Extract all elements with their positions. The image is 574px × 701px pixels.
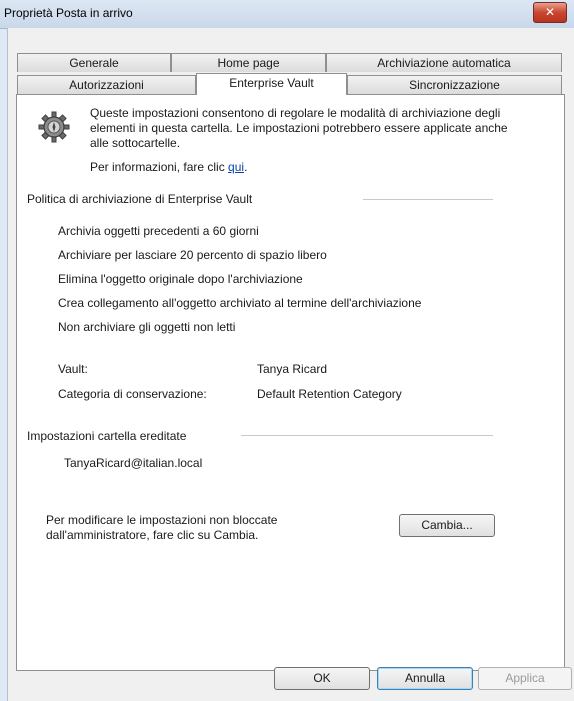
- policy-item: Crea collegamento all'oggetto archiviato…: [58, 296, 422, 310]
- inherited-email: TanyaRicard@italian.local: [64, 456, 203, 470]
- tab-home-page[interactable]: Home page: [171, 53, 326, 72]
- policy-item: Non archiviare gli oggetti non letti: [58, 320, 236, 334]
- title-bar: Proprietà Posta in arrivo ✕: [0, 0, 574, 29]
- change-note: Per modificare le impostazioni non blocc…: [46, 513, 278, 542]
- apply-button[interactable]: Applica: [478, 667, 572, 690]
- tab-enterprise-vault[interactable]: Enterprise Vault: [196, 73, 347, 95]
- retention-label: Categoria di conservazione:: [58, 387, 207, 401]
- vault-label: Vault:: [58, 362, 88, 376]
- info-line: Per informazioni, fare clic qui.: [90, 160, 247, 174]
- ok-button[interactable]: OK: [274, 667, 370, 690]
- retention-value: Default Retention Category: [257, 387, 402, 401]
- intro-text: Queste impostazioni consentono di regola…: [90, 106, 508, 150]
- policy-heading: Politica di archiviazione di Enterprise …: [27, 192, 253, 206]
- cambia-button[interactable]: Cambia...: [399, 514, 495, 537]
- close-icon: ✕: [544, 5, 556, 19]
- cancel-button[interactable]: Annulla: [377, 667, 473, 690]
- close-button[interactable]: ✕: [533, 2, 567, 23]
- tab-content-panel: [16, 94, 565, 671]
- policy-item: Archiviare per lasciare 20 percento di s…: [58, 248, 327, 262]
- tab-sincronizzazione[interactable]: Sincronizzazione: [347, 75, 562, 94]
- info-prefix: Per informazioni, fare clic: [90, 160, 229, 174]
- policy-item: Archivia oggetti precedenti a 60 giorni: [58, 224, 259, 238]
- policy-divider: [363, 199, 493, 200]
- tab-archiviazione-automatica[interactable]: Archiviazione automatica: [326, 53, 562, 72]
- window-title: Proprietà Posta in arrivo: [4, 6, 133, 20]
- vault-gear-icon: [38, 111, 70, 143]
- inherited-heading: Impostazioni cartella ereditate: [27, 429, 187, 443]
- info-suffix: .: [244, 160, 248, 174]
- tab-autorizzazioni[interactable]: Autorizzazioni: [17, 75, 196, 94]
- info-link[interactable]: qui: [228, 160, 244, 174]
- policy-item: Elimina l'oggetto originale dopo l'archi…: [58, 272, 303, 286]
- inherited-divider: [241, 435, 493, 436]
- tab-generale[interactable]: Generale: [17, 53, 171, 72]
- vault-value: Tanya Ricard: [257, 362, 328, 376]
